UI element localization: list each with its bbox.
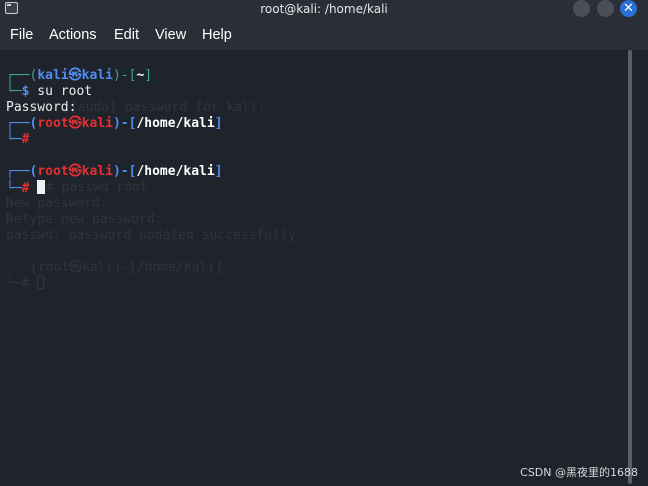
menu-file[interactable]: File — [10, 26, 33, 44]
close-icon: ✕ — [623, 1, 634, 16]
ghost-line: New password: — [6, 196, 108, 211]
kali-at-icon: ㉿ — [68, 68, 82, 83]
terminal-window: root@kali: /home/kali ✕ File Actions Edi… — [0, 0, 648, 486]
command-line-3: └─# — [6, 180, 46, 196]
prompt-user: kali — [37, 68, 69, 83]
password-prompt: Password: — [6, 100, 77, 115]
prompt-user: root — [37, 164, 69, 179]
command-text: su root — [29, 84, 93, 99]
prompt-line-2: ┌──(root㉿kali)-[/home/kali] — [6, 116, 223, 131]
prompt-host: kali — [81, 68, 113, 83]
close-button[interactable]: ✕ — [620, 0, 637, 17]
scrollbar-thumb[interactable] — [628, 50, 632, 484]
maximize-button[interactable] — [597, 0, 614, 17]
ghost-line: └─# — [6, 276, 45, 292]
prompt-host: kali — [81, 164, 113, 179]
terminal-output[interactable]: [sudo] password for kali: # passwd root … — [0, 50, 626, 486]
menu-view[interactable]: View — [155, 26, 186, 44]
menu-actions[interactable]: Actions — [49, 26, 97, 44]
prompt-path: /home/kali — [136, 116, 215, 131]
kali-at-icon: ㉿ — [68, 116, 82, 131]
window-edge — [639, 50, 648, 486]
prompt-symbol: # — [21, 132, 30, 147]
title-bar: root@kali: /home/kali ✕ — [0, 0, 648, 18]
window-title: root@kali: /home/kali — [260, 2, 388, 16]
ghost-line: # passwd root — [46, 180, 148, 195]
csdn-watermark: CSDN @黑夜里的1688 — [520, 466, 638, 479]
minimize-button[interactable] — [573, 0, 590, 17]
prompt-symbol: # — [21, 181, 30, 196]
ghost-line: passwd: password updated successfully — [6, 228, 296, 243]
prompt-line-1: ┌──(kali㉿kali)-[~] — [6, 68, 153, 83]
prompt-line-3: ┌──(root㉿kali)-[/home/kali] — [6, 164, 223, 179]
ghost-cursor — [37, 276, 45, 289]
ghost-line: [sudo] password for kali: — [70, 100, 266, 115]
menu-help[interactable]: Help — [202, 26, 232, 44]
kali-at-icon: ㉿ — [68, 164, 82, 179]
command-line-1: └─$ su root — [6, 84, 93, 99]
menu-bar: File Actions Edit View Help — [0, 18, 648, 50]
ghost-line: (root㉿kali)-[/home/kali] — [30, 260, 224, 275]
menu-edit[interactable]: Edit — [114, 26, 139, 44]
prompt-host: kali — [81, 116, 113, 131]
prompt-user: root — [37, 116, 69, 131]
command-line-2: └─# — [6, 132, 30, 147]
ghost-line: Retype new password: — [6, 212, 163, 227]
vertical-scrollbar[interactable] — [627, 50, 637, 486]
text-cursor — [37, 180, 46, 194]
prompt-path: /home/kali — [136, 164, 215, 179]
